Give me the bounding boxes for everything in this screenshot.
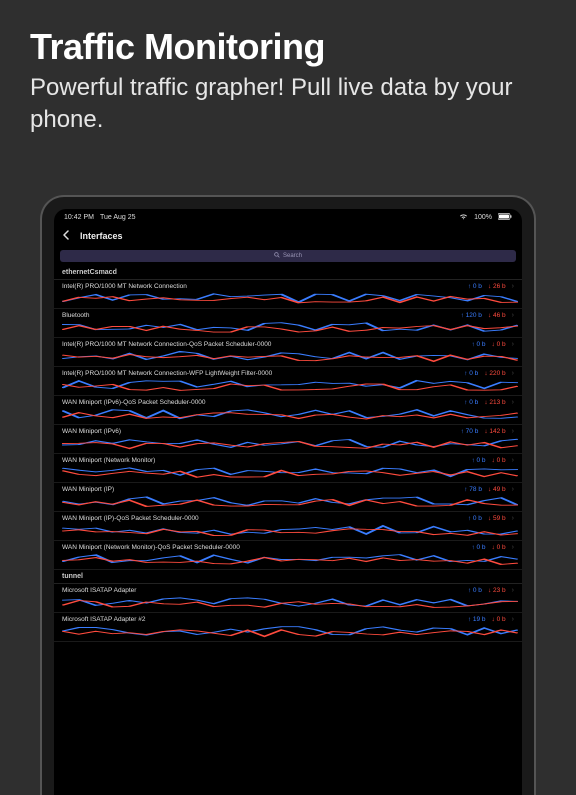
interface-name: WAN Miniport (IPv6)-QoS Packet Scheduler… [62,399,464,406]
traffic-sparkline [62,349,518,363]
up-rate: ↑ 0 b [471,457,485,464]
traffic-sparkline [62,523,518,537]
traffic-sparkline [62,465,518,479]
interface-name: Microsoft ISATAP Adapter [62,587,468,594]
up-rate: ↑ 0 b [471,544,485,551]
up-rate: ↑ 0 b [471,341,485,348]
down-rate: ↓ 49 b [488,486,506,493]
status-battery: 100% [474,214,492,221]
up-rate: ↑ 0 b [468,587,482,594]
interface-name: WAN Miniport (IP) [62,486,464,493]
chevron-right-icon: › [512,457,514,464]
down-rate: ↓ 220 b [484,370,505,377]
up-rate: ↑ 0 b [468,283,482,290]
status-time: 10:42 PM [64,214,94,221]
battery-icon [498,213,512,222]
chevron-right-icon: › [512,370,514,377]
interface-name: WAN Miniport (IP)-QoS Packet Scheduler-0… [62,515,468,522]
up-rate: ↑ 0 b [464,399,478,406]
chevron-right-icon: › [512,486,514,493]
app-header: Interfaces [54,225,522,247]
search-icon [274,252,280,260]
tablet-screen: 10:42 PM Tue Aug 25 100% Interfaces [54,209,522,795]
down-rate: ↓ 23 b [488,587,506,594]
interface-name: Intel(R) PRO/1000 MT Network Connection-… [62,341,471,348]
chevron-right-icon: › [512,428,514,435]
status-bar: 10:42 PM Tue Aug 25 100% [54,209,522,225]
down-rate: ↓ 213 b [484,399,505,406]
interface-list[interactable]: ethernetCsmacd Intel(R) PRO/1000 MT Netw… [54,266,522,795]
chevron-right-icon: › [512,341,514,348]
interface-row[interactable]: Intel(R) PRO/1000 MT Network Connection … [54,280,522,309]
up-rate: ↑ 0 b [468,515,482,522]
down-rate: ↓ 142 b [484,428,505,435]
interface-row[interactable]: Bluetooth ↑ 120 b ↓ 46 b › [54,309,522,338]
interface-row[interactable]: Microsoft ISATAP Adapter ↑ 0 b ↓ 23 b › [54,584,522,613]
up-rate: ↑ 120 b [461,312,482,319]
interface-name: WAN Miniport (Network Monitor) [62,457,471,464]
category-header: tunnel [54,570,522,584]
traffic-sparkline [62,494,518,508]
interface-row[interactable]: Intel(R) PRO/1000 MT Network Connection-… [54,338,522,367]
interface-name: WAN Miniport (IPv6) [62,428,461,435]
chevron-right-icon: › [512,515,514,522]
search-placeholder: Search [283,253,302,259]
traffic-sparkline [62,436,518,450]
interface-row[interactable]: Intel(R) PRO/1000 MT Network Connection-… [54,367,522,396]
interface-row[interactable]: WAN Miniport (Network Monitor)-QoS Packe… [54,541,522,570]
interface-name: Intel(R) PRO/1000 MT Network Connection-… [62,370,464,377]
up-rate: ↑ 70 b [461,428,479,435]
traffic-sparkline [62,552,518,566]
down-rate: ↓ 0 b [492,341,506,348]
chevron-right-icon: › [512,283,514,290]
chevron-right-icon: › [512,544,514,551]
status-date: Tue Aug 25 [100,214,136,221]
interface-row[interactable]: Microsoft ISATAP Adapter #2 ↑ 19 b ↓ 0 b… [54,613,522,642]
traffic-sparkline [62,407,518,421]
tablet-frame: 10:42 PM Tue Aug 25 100% Interfaces [40,195,536,795]
page-title: Traffic Monitoring [30,26,546,68]
interface-row[interactable]: WAN Miniport (IP)-QoS Packet Scheduler-0… [54,512,522,541]
interface-name: WAN Miniport (Network Monitor)-QoS Packe… [62,544,471,551]
traffic-sparkline [62,595,518,609]
traffic-sparkline [62,320,518,334]
traffic-sparkline [62,624,518,638]
down-rate: ↓ 59 b [488,515,506,522]
wifi-icon [459,213,468,222]
interface-name: Intel(R) PRO/1000 MT Network Connection [62,283,468,290]
up-rate: ↑ 19 b [468,616,486,623]
back-icon[interactable] [62,229,72,243]
interface-name: Microsoft ISATAP Adapter #2 [62,616,468,623]
search-input[interactable]: Search [60,250,516,262]
interface-row[interactable]: WAN Miniport (IPv6) ↑ 70 b ↓ 142 b › [54,425,522,454]
up-rate: ↑ 0 b [464,370,478,377]
interface-name: Bluetooth [62,312,461,319]
down-rate: ↓ 0 b [492,616,506,623]
interface-row[interactable]: WAN Miniport (Network Monitor) ↑ 0 b ↓ 0… [54,454,522,483]
chevron-right-icon: › [512,587,514,594]
down-rate: ↓ 0 b [492,457,506,464]
traffic-sparkline [62,291,518,305]
chevron-right-icon: › [512,616,514,623]
category-header: ethernetCsmacd [54,266,522,280]
traffic-sparkline [62,378,518,392]
page-subtitle: Powerful traffic grapher! Pull live data… [30,72,546,137]
header-title: Interfaces [80,231,123,241]
down-rate: ↓ 0 b [492,544,506,551]
down-rate: ↓ 46 b [488,312,506,319]
interface-row[interactable]: WAN Miniport (IPv6)-QoS Packet Scheduler… [54,396,522,425]
up-rate: ↑ 78 b [464,486,482,493]
down-rate: ↓ 26 b [488,283,506,290]
chevron-right-icon: › [512,312,514,319]
chevron-right-icon: › [512,399,514,406]
interface-row[interactable]: WAN Miniport (IP) ↑ 78 b ↓ 49 b › [54,483,522,512]
